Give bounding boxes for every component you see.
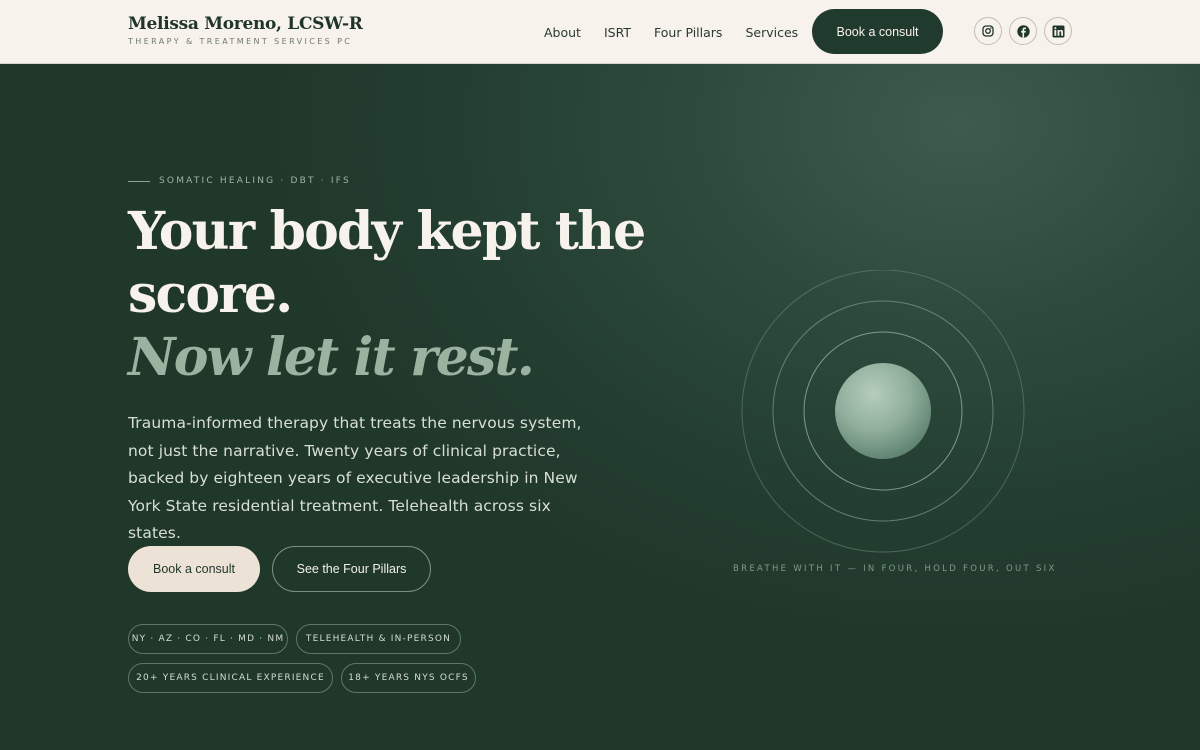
chip-nys-ocfs: 18+ YEARS NYS OCFS — [341, 663, 476, 693]
nav-link-isrt[interactable]: ISRT — [604, 25, 631, 40]
headline-accent: Now let it rest. — [128, 327, 535, 388]
hero-lead-paragraph: Trauma-informed therapy that treats the … — [128, 414, 582, 542]
hero-headline: Your body kept the score. Now let it res… — [128, 200, 646, 389]
main-nav: About ISRT Four Pillars Services — [544, 0, 821, 64]
breathing-visual — [740, 269, 1026, 560]
brand-tagline: THERAPY & TREATMENT SERVICES PC — [128, 37, 353, 46]
eyebrow-divider — [128, 180, 150, 182]
headline-line-2: score. — [128, 264, 293, 325]
breath-orb — [835, 363, 931, 459]
facebook-link[interactable] — [1009, 17, 1037, 45]
instagram-link[interactable] — [974, 17, 1002, 45]
brand[interactable]: Melissa Moreno, LCSW-R THERAPY & TREATME… — [128, 14, 363, 46]
book-consult-button[interactable]: Book a consult — [128, 546, 260, 592]
see-four-pillars-button[interactable]: See the Four Pillars — [272, 546, 431, 592]
linkedin-icon — [1052, 25, 1065, 38]
brand-name: Melissa Moreno, LCSW-R — [128, 14, 363, 34]
facebook-icon — [1016, 24, 1030, 38]
chip-states: NY · AZ · CO · FL · MD · NM — [128, 624, 288, 654]
nav-link-four-pillars[interactable]: Four Pillars — [654, 25, 722, 40]
eyebrow-text: SOMATIC HEALING · DBT · IFS — [159, 176, 351, 186]
instagram-icon — [982, 25, 994, 37]
header-book-consult-button[interactable]: Book a consult — [812, 9, 943, 54]
nav-link-services[interactable]: Services — [745, 25, 798, 40]
headline-line-1: Your body kept the — [128, 201, 646, 262]
nav-link-about[interactable]: About — [544, 25, 581, 40]
chip-telehealth: TELEHEALTH & IN-PERSON — [296, 624, 461, 654]
chip-clinical-experience: 20+ YEARS CLINICAL EXPERIENCE — [128, 663, 333, 693]
hero-eyebrow: SOMATIC HEALING · DBT · IFS — [128, 176, 351, 186]
site-header: Melissa Moreno, LCSW-R THERAPY & TREATME… — [0, 0, 1200, 64]
hero-section: SOMATIC HEALING · DBT · IFS Your body ke… — [0, 64, 1200, 750]
linkedin-link[interactable] — [1044, 17, 1072, 45]
breath-caption: BREATHE WITH IT — IN FOUR, HOLD FOUR, OU… — [733, 564, 1057, 574]
